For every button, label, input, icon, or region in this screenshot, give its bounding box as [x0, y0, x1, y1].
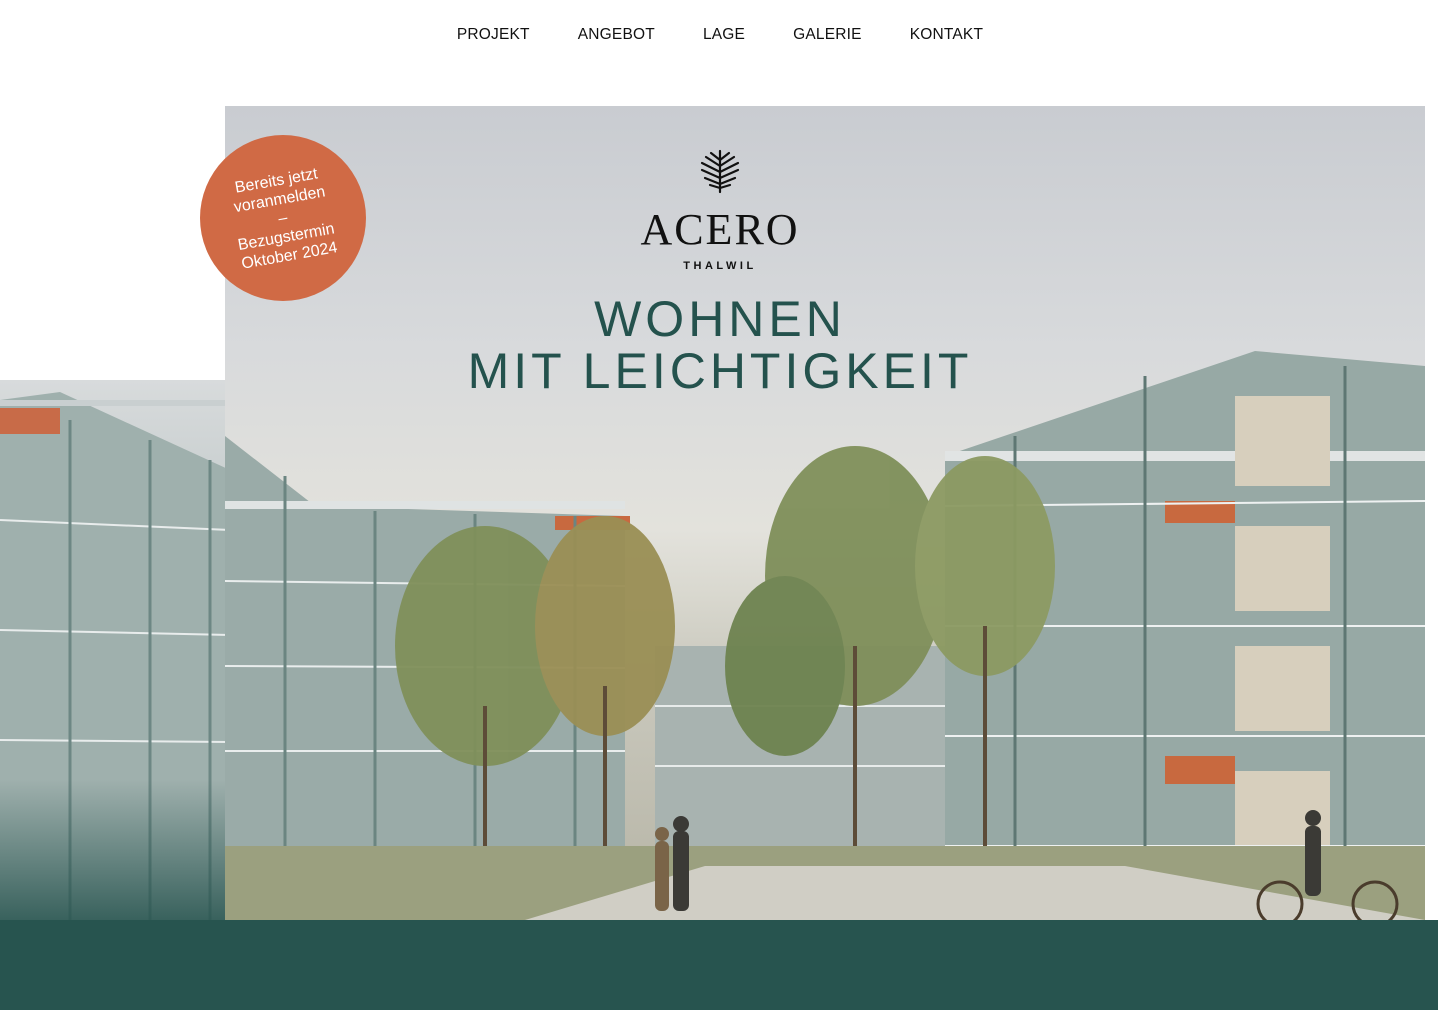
tree-logo-icon: [700, 149, 740, 194]
nav-item-galerie[interactable]: GALERIE: [793, 26, 862, 44]
headline-line-2: MIT LEICHTIGKEIT: [467, 343, 973, 399]
hero-fade-overlay: [0, 780, 225, 920]
hero-illustration: [225, 351, 1425, 920]
badge-text: Bereits jetzt voranmelden – Bezugstermin…: [227, 163, 340, 274]
logo-location: THALWIL: [683, 260, 757, 272]
nav-item-angebot[interactable]: ANGEBOT: [578, 26, 655, 44]
nav-item-projekt[interactable]: PROJEKT: [457, 26, 530, 44]
logo-wordmark: ACERO: [640, 205, 800, 254]
hero-headline: WOHNEN MIT LEICHTIGKEIT: [425, 293, 1015, 397]
nav-item-kontakt[interactable]: KONTAKT: [910, 26, 983, 44]
nav-items: PROJEKT ANGEBOT LAGE GALERIE KONTAKT: [457, 26, 983, 44]
announcement-badge: Bereits jetzt voranmelden – Bezugstermin…: [200, 135, 366, 301]
hero-image: [225, 106, 1425, 920]
bottom-color-band: [0, 920, 1438, 1010]
nav-item-lage[interactable]: LAGE: [703, 26, 745, 44]
headline-line-1: WOHNEN: [594, 291, 846, 347]
main-navigation: PROJEKT ANGEBOT LAGE GALERIE KONTAKT: [0, 0, 1438, 70]
brand-logo[interactable]: ACERO THALWIL: [635, 148, 805, 272]
